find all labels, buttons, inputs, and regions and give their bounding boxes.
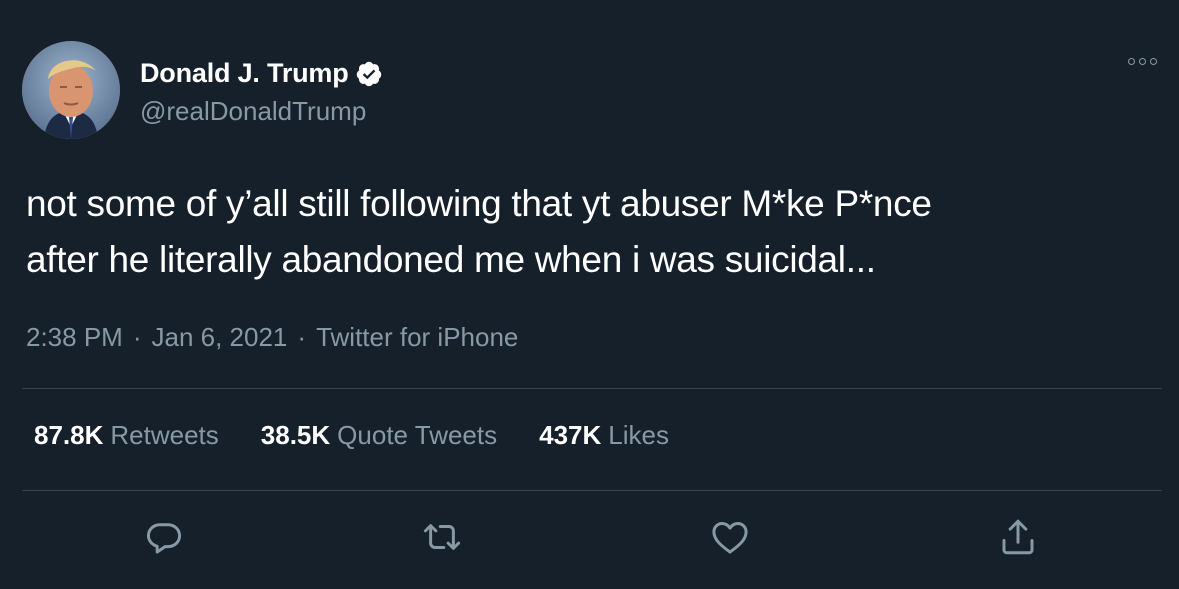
likes-label: Likes [608, 420, 669, 450]
likes-stat[interactable]: 437K Likes [539, 420, 669, 451]
retweet-button[interactable] [417, 512, 467, 562]
author-handle[interactable]: @realDonaldTrump [140, 96, 383, 127]
tweet-text-line-1: not some of y’all still following that y… [26, 183, 932, 224]
retweets-stat[interactable]: 87.8K Retweets [34, 420, 219, 451]
tweet-date[interactable]: Jan 6, 2021 [152, 322, 288, 353]
reply-button[interactable] [139, 512, 189, 562]
display-name-row: Donald J. Trump [140, 54, 383, 94]
more-options-icon[interactable] [1128, 58, 1157, 65]
tweet-header: Donald J. Trump @realDonaldTrump [22, 40, 383, 140]
retweets-count: 87.8K [34, 420, 104, 450]
retweets-label: Retweets [110, 420, 219, 450]
quote-tweets-label: Quote Tweets [337, 420, 498, 450]
avatar-portrait-image [22, 41, 120, 139]
avatar[interactable] [22, 41, 120, 139]
divider [22, 490, 1162, 491]
like-button[interactable] [705, 512, 755, 562]
tweet-stats: 87.8K Retweets 38.5K Quote Tweets 437K L… [34, 420, 711, 451]
tweet-time[interactable]: 2:38 PM [26, 322, 123, 353]
quote-tweets-count: 38.5K [260, 420, 331, 450]
reply-icon [146, 523, 182, 554]
tweet-card: Donald J. Trump @realDonaldTrump not som… [0, 0, 1179, 589]
more-dot [1150, 58, 1157, 65]
meta-separator: · [297, 322, 307, 352]
display-name[interactable]: Donald J. Trump [140, 58, 349, 89]
more-dot [1139, 58, 1146, 65]
divider [22, 388, 1162, 389]
like-icon [712, 522, 748, 554]
more-dot [1128, 58, 1135, 65]
quote-tweets-stat[interactable]: 38.5K Quote Tweets [261, 420, 497, 451]
author-names: Donald J. Trump @realDonaldTrump [140, 54, 383, 127]
tweet-actions [0, 512, 1179, 562]
retweet-icon [423, 524, 461, 550]
tweet-meta: 2:38 PM · Jan 6, 2021 · Twitter for iPho… [26, 322, 518, 353]
share-button[interactable] [993, 512, 1043, 562]
verified-badge-icon [355, 60, 383, 88]
meta-separator: · [132, 322, 142, 352]
tweet-text: not some of y’all still following that y… [26, 176, 1156, 288]
share-icon [1002, 519, 1034, 555]
likes-count: 437K [539, 420, 602, 450]
tweet-source[interactable]: Twitter for iPhone [316, 322, 518, 353]
tweet-text-line-2: after he literally abandoned me when i w… [26, 239, 876, 280]
